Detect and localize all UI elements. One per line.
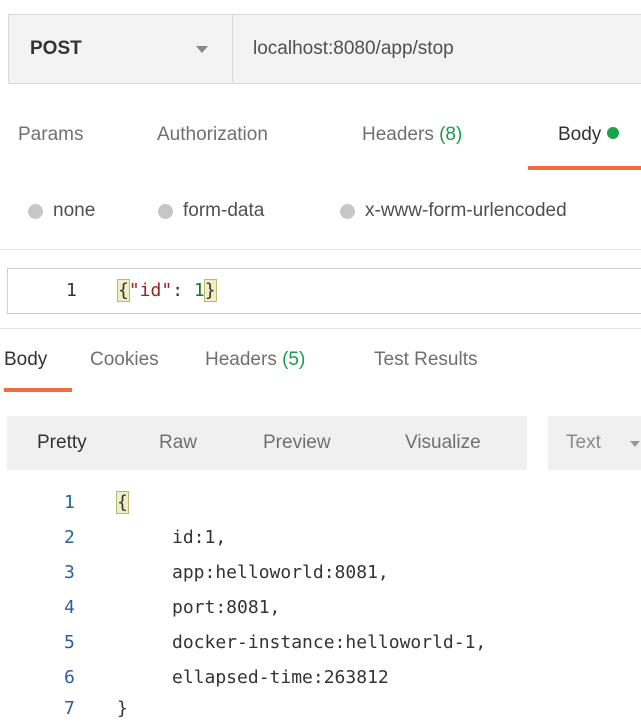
- raw-button[interactable]: Raw: [159, 416, 197, 470]
- code-line: 5 docker-instance:helloworld-1,: [0, 632, 641, 662]
- code-line: 7 }: [0, 698, 641, 725]
- response-body-viewer[interactable]: 1 { 2 id:1, 3 app:helloworld:8081, 4 por…: [0, 491, 641, 725]
- format-type-select[interactable]: Text: [548, 416, 641, 470]
- method-select[interactable]: POST: [8, 14, 232, 84]
- tab-cookies[interactable]: Cookies: [90, 349, 159, 371]
- line-number: 5: [64, 632, 75, 653]
- visualize-button[interactable]: Visualize: [405, 416, 481, 470]
- request-body-editor[interactable]: 1 {"id": 1}: [7, 268, 641, 314]
- radio-circle-icon: [158, 203, 173, 219]
- tab-test-results[interactable]: Test Results: [374, 349, 477, 371]
- chevron-down-icon: [196, 46, 208, 53]
- response-headers-count-badge: (5): [282, 349, 306, 370]
- line-number: 6: [64, 667, 75, 688]
- active-response-tab-indicator: [4, 388, 72, 392]
- tab-body-label: Body: [558, 124, 602, 145]
- radio-urlencoded[interactable]: x-www-form-urlencoded: [340, 200, 567, 222]
- divider: [0, 328, 641, 329]
- status-dot-icon: [607, 127, 620, 139]
- code-line: 4 port:8081,: [0, 597, 641, 627]
- radio-urlencoded-label: x-www-form-urlencoded: [365, 200, 567, 221]
- radio-form-data-label: form-data: [183, 200, 265, 221]
- code-line: 1 {: [0, 491, 641, 522]
- code-text: {: [116, 491, 129, 514]
- method-label: POST: [30, 38, 82, 59]
- response-format-bar: Pretty Raw Preview Visualize: [7, 416, 527, 470]
- radio-circle-icon: [340, 203, 355, 219]
- active-tab-indicator: [528, 166, 641, 170]
- pretty-button[interactable]: Pretty: [37, 416, 87, 470]
- code-text: port:8081,: [172, 597, 281, 618]
- json-key: "id": [128, 280, 173, 301]
- code-text: app:helloworld:8081,: [172, 562, 389, 583]
- line-number: 7: [64, 698, 75, 719]
- tab-headers-label: Headers: [362, 124, 434, 145]
- radio-circle-icon: [28, 203, 43, 219]
- preview-button[interactable]: Preview: [263, 416, 331, 470]
- tab-authorization[interactable]: Authorization: [157, 124, 268, 146]
- body-type-options: none form-data x-www-form-urlencoded: [0, 200, 641, 226]
- code-text: ellapsed-time:263812: [172, 667, 389, 688]
- tab-response-headers-label: Headers: [205, 349, 277, 370]
- headers-count-badge: (8): [439, 124, 463, 145]
- json-value: 1: [193, 280, 205, 301]
- request-tabs: Params Authorization Headers (8) Body: [0, 124, 641, 172]
- close-brace: }: [203, 279, 217, 302]
- line-number: 4: [64, 597, 75, 618]
- tab-response-headers[interactable]: Headers (5): [205, 349, 305, 371]
- line-number: 2: [64, 527, 75, 548]
- line-number: 3: [64, 562, 75, 583]
- tab-response-body[interactable]: Body: [4, 349, 47, 371]
- open-brace: {: [117, 279, 130, 302]
- code-line: {"id": 1}: [117, 279, 217, 302]
- radio-none-label: none: [53, 200, 96, 221]
- tab-headers[interactable]: Headers (8): [362, 124, 462, 146]
- url-input[interactable]: localhost:8080/app/stop: [232, 14, 641, 84]
- tab-params[interactable]: Params: [18, 124, 83, 146]
- radio-none[interactable]: none: [28, 200, 95, 222]
- response-tabs: Body Cookies Headers (5) Test Results: [0, 349, 641, 389]
- radio-form-data[interactable]: form-data: [158, 200, 264, 222]
- divider: [0, 249, 641, 250]
- line-number: 1: [64, 492, 75, 513]
- code-text: docker-instance:helloworld-1,: [172, 632, 487, 653]
- request-bar: POST localhost:8080/app/stop: [8, 14, 641, 84]
- tab-body[interactable]: Body: [558, 124, 620, 146]
- code-line: 2 id:1,: [0, 527, 641, 557]
- code-text: id:1,: [172, 527, 227, 548]
- json-colon: :: [172, 280, 194, 301]
- line-number: 1: [66, 280, 77, 301]
- code-line: 3 app:helloworld:8081,: [0, 562, 641, 592]
- format-type-label: Text: [566, 432, 601, 453]
- chevron-down-icon: [630, 441, 640, 447]
- code-line: 6 ellapsed-time:263812: [0, 667, 641, 697]
- code-text: }: [117, 698, 128, 719]
